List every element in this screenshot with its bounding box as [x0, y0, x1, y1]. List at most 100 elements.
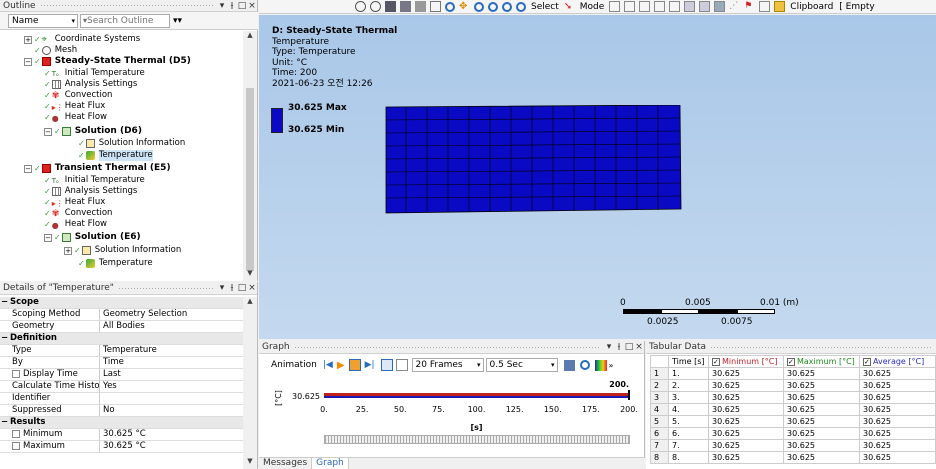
close-icon[interactable]: × [247, 1, 257, 11]
collapse-icon[interactable]: − [1, 333, 8, 344]
frames-select[interactable]: 20 Frames ▾ [411, 358, 484, 372]
collapse-icon[interactable]: − [1, 297, 8, 308]
search-outline-input[interactable] [87, 15, 164, 26]
maximum-column-header[interactable]: ✓ Maximum [°C] [783, 355, 860, 368]
table-row[interactable]: 8 8. 30.625 30.625 30.625 [650, 451, 936, 464]
auto-hide-icon[interactable]: ⫲ [614, 342, 624, 352]
detail-row-suppressed[interactable]: Suppressed No [0, 405, 243, 417]
node-select-icon[interactable] [699, 1, 711, 12]
detail-row-calculate-time-history[interactable]: Calculate Time History Yes [0, 381, 243, 393]
detail-row-display-time[interactable]: Display Time Last [0, 369, 243, 381]
timeline-scrubber[interactable] [324, 435, 630, 444]
body-select-icon[interactable] [654, 1, 666, 12]
tree-item-temperature[interactable]: ✓ Temperature [78, 150, 153, 161]
previous-frame-icon[interactable]: |◀ [323, 360, 333, 370]
graphics-viewport[interactable]: D: Steady-State Thermal Temperature Type… [259, 15, 936, 339]
table-row[interactable]: 5 5. 30.625 30.625 30.625 [650, 415, 936, 428]
pin-dropdown-icon[interactable]: ▾ [604, 342, 614, 352]
section-scope[interactable]: − Scope [0, 297, 243, 309]
mode-dropdown[interactable]: Mode [580, 2, 605, 12]
detail-row-by[interactable]: By Time [0, 357, 243, 369]
search-outline-box[interactable]: ▾ [80, 13, 170, 28]
distributed-frames-icon[interactable] [380, 359, 393, 371]
table-row[interactable]: 7 7. 30.625 30.625 30.625 [650, 439, 936, 452]
close-icon[interactable]: × [634, 342, 644, 352]
display-time-checkbox[interactable] [12, 369, 20, 378]
detail-row-geometry[interactable]: Geometry All Bodies [0, 321, 243, 333]
rotate-icon[interactable] [445, 1, 455, 12]
box-zoom-icon[interactable] [488, 1, 498, 12]
detail-row-identifier[interactable]: Identifier [0, 393, 243, 405]
time-column-header[interactable]: Time [s] [668, 355, 709, 368]
tree-item-initial-temperature[interactable]: ✓ Tₒ Initial Temperature [44, 68, 145, 79]
tree-item-heat-flow[interactable]: ✓ ● Heat Flow [44, 112, 107, 123]
tree-item-solution-d6[interactable]: − ✓ Solution (D6) [44, 126, 142, 137]
detail-row-scoping-method[interactable]: Scoping Method Geometry Selection [0, 309, 243, 321]
collapse-icon[interactable]: − [44, 233, 52, 242]
wireframe-icon[interactable] [385, 1, 396, 12]
face-select-icon[interactable] [639, 1, 651, 12]
next-frame-icon[interactable]: ▶| [365, 360, 375, 370]
export-video-icon[interactable] [563, 359, 575, 371]
tab-messages[interactable]: Messages [259, 458, 311, 469]
zoom-out-icon[interactable] [370, 1, 381, 12]
detail-row-type[interactable]: Type Temperature [0, 345, 243, 357]
detail-row-minimum[interactable]: Minimum 30.625 °C [0, 429, 243, 441]
tree-item-steady-state-thermal[interactable]: − ✓ Steady-State Thermal (D5) [24, 56, 191, 67]
view-cube-icon[interactable] [415, 1, 426, 12]
minimum-column-checkbox[interactable]: ✓ [712, 358, 720, 366]
magnifier-icon[interactable] [516, 1, 526, 12]
expand-icon[interactable]: + [24, 35, 32, 44]
tree-item-convection[interactable]: ✓ ✾ Convection [44, 90, 112, 101]
pan-icon[interactable]: ✥ [459, 1, 470, 12]
tree-item-heat-flux[interactable]: ✓ ▸⋮ Heat Flux [44, 101, 105, 112]
maximum-column-checkbox[interactable]: ✓ [787, 358, 795, 366]
filter-options-icon[interactable]: ▾▾ [173, 16, 182, 26]
result-sets-icon[interactable] [395, 359, 408, 371]
table-row[interactable]: 1 1. 30.625 30.625 30.625 [650, 367, 936, 380]
zoom-graph-icon[interactable] [579, 360, 590, 370]
zoom-icon[interactable] [474, 1, 484, 12]
zoom-to-fit-icon[interactable] [355, 1, 366, 12]
cursor-mode-icon[interactable]: ➘ [564, 1, 575, 12]
zoom-fit-icon[interactable] [502, 1, 512, 12]
average-column-checkbox[interactable]: ✓ [863, 358, 871, 366]
scroll-up-icon[interactable]: ▲ [243, 31, 257, 43]
pin-dropdown-icon[interactable]: ▾ [217, 283, 227, 293]
average-column-header[interactable]: ✓ Average [°C] [859, 355, 936, 368]
outline-scrollbar[interactable]: ▲ ▼ [243, 31, 257, 281]
maximize-icon[interactable]: □ [237, 283, 247, 293]
tree-item-solution-e6[interactable]: − ✓ Solution (E6) [44, 232, 141, 243]
scroll-down-icon[interactable]: ▼ [243, 269, 257, 281]
tree-item-analysis-settings[interactable]: ✓ Analysis Settings [44, 186, 137, 197]
mesh-select-icon[interactable] [714, 1, 726, 12]
tree-item-heat-flow[interactable]: ✓ ● Heat Flow [44, 219, 107, 230]
detail-row-maximum[interactable]: Maximum 30.625 °C [0, 441, 243, 453]
tab-graph[interactable]: Graph [311, 458, 349, 469]
minimum-checkbox[interactable] [12, 429, 20, 438]
expand-icon[interactable]: + [64, 246, 72, 255]
name-filter-select[interactable]: Name ▾ [8, 13, 78, 28]
tree-item-initial-temperature[interactable]: ✓ Tₒ Initial Temperature [44, 175, 145, 186]
named-selection-icon[interactable] [759, 1, 771, 12]
tree-item-temperature[interactable]: ✓ Temperature [78, 258, 153, 269]
select-button[interactable]: Select [531, 2, 559, 12]
close-icon[interactable]: × [247, 283, 257, 293]
scroll-up-icon[interactable]: ▲ [243, 297, 257, 309]
pin-dropdown-icon[interactable]: ▾ [217, 1, 227, 11]
clipboard-icon[interactable] [774, 1, 786, 12]
extend-selection-icon[interactable]: ⋰ [729, 1, 740, 12]
element-face-select-icon[interactable] [669, 1, 681, 12]
collapse-icon[interactable]: − [24, 57, 32, 66]
color-legend-icon[interactable] [594, 359, 607, 371]
auto-hide-icon[interactable]: ⫲ [227, 1, 237, 11]
more-options-icon[interactable]: » [609, 361, 614, 370]
clipboard-dropdown[interactable]: Clipboard [790, 2, 833, 12]
tree-item-transient-thermal[interactable]: − ✓ Transient Thermal (E5) [24, 163, 171, 174]
tree-item-heat-flux[interactable]: ✓ ▸⋮ Heat Flux [44, 197, 105, 208]
tree-item-mesh[interactable]: ✓ Mesh [34, 45, 77, 56]
table-row[interactable]: 3 3. 30.625 30.625 30.625 [650, 391, 936, 404]
scroll-down-icon[interactable]: ▼ [243, 457, 257, 469]
stop-icon[interactable] [348, 359, 361, 371]
section-definition[interactable]: − Definition [0, 333, 243, 345]
